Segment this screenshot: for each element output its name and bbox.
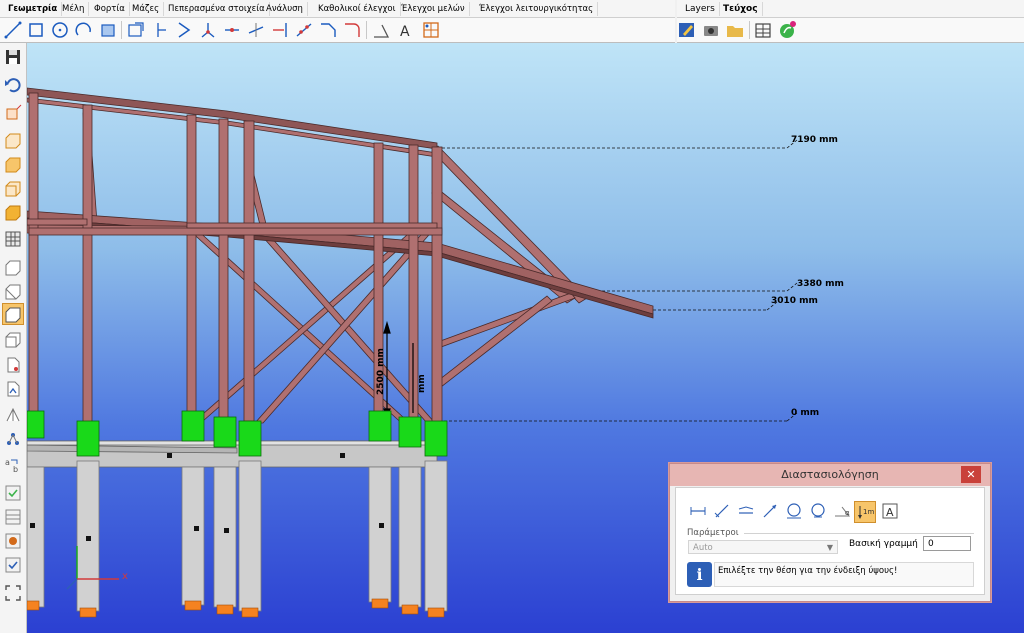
baseline-dimension-icon[interactable] [736,501,756,521]
dimension-lines [439,139,798,422]
mode-select[interactable]: Auto ▼ [688,540,838,554]
dialog-body: α 1m A Παράμετροι Auto ▼ Βασική γραμμή 0 … [675,487,985,595]
params-divider [744,533,974,534]
left-toolbar: ab [0,43,27,633]
fullscreen-icon[interactable] [3,583,23,603]
table-icon[interactable] [3,507,23,527]
dialog-title: Διαστασιολόγηση [670,464,990,486]
tab-report[interactable]: Τεύχος [719,2,763,16]
angle-dimension-icon[interactable]: α [832,501,852,521]
diagonal-dimension-icon[interactable] [760,501,780,521]
info-message: Επιλέξτε την θέση για την ένδειξη ύψους! [714,562,974,587]
angle-tool-icon[interactable] [371,20,391,40]
dim-label-7190: 7190 mm [791,135,838,145]
break-tool-icon[interactable] [222,20,242,40]
check-icon[interactable] [3,483,23,503]
elevation-view-icon[interactable] [2,303,24,325]
undo-icon[interactable] [3,75,23,95]
text-label-icon[interactable]: A [880,501,900,521]
axis-view-icon[interactable] [3,103,23,123]
grid-tool-icon[interactable] [421,20,441,40]
network-view-icon[interactable] [3,429,23,449]
axis-x-label: x [122,571,128,582]
view-3d-icon[interactable] [3,203,23,223]
edit-icon[interactable] [677,20,697,40]
swap-view-icon[interactable]: ab [3,455,23,475]
geometry-toolbar: A [0,18,675,43]
tab-members[interactable]: Μέλη [58,2,90,16]
linear-dimension-icon[interactable] [688,501,708,521]
mode-value: Auto [693,543,713,553]
extend-tool-icon[interactable] [270,20,290,40]
view-top-icon[interactable] [3,155,23,175]
tab-layers[interactable]: Layers [681,2,720,16]
dim-label-0: 0 mm [791,408,820,418]
view-front-icon[interactable] [3,131,23,151]
baseline-input[interactable]: 0 [923,536,971,551]
steel-frame [27,87,654,429]
dim-label-3380: 3380 mm [797,279,844,289]
chevron-down-icon: ▼ [826,543,833,552]
height-dimension-icon[interactable]: 1m [854,501,876,523]
split-view-icon[interactable] [3,405,23,425]
save-icon[interactable] [3,47,23,67]
tab-loads[interactable]: Φορτία [90,2,130,16]
height-tool-label: 1m [863,508,874,516]
tab-finite-elements[interactable]: Πεπερασμένα στοιχεία [164,2,270,16]
camera-icon[interactable] [701,20,721,40]
node-tool-icon[interactable] [150,20,170,40]
radius-dimension-icon[interactable] [784,501,804,521]
text-tool-icon[interactable]: A [395,20,415,40]
svg-text:α: α [845,509,850,517]
arrow-tool-icon[interactable] [174,20,194,40]
ribbon-tabs: Γεωμετρία Μέλη Φορτία Μάζες Πεπερασμένα … [0,0,675,18]
tab-analysis[interactable]: Ανάλυση [262,2,308,16]
view-side-icon[interactable] [3,179,23,199]
tab-masses[interactable]: Μάζες [128,2,165,16]
arc-tool-icon[interactable] [74,20,94,40]
view-box-icon[interactable] [126,20,146,40]
dimensioning-dialog: Διαστασιολόγηση ✕ α 1m A Παράμετροι Auto… [669,463,991,602]
plane-view-icon[interactable] [3,257,23,277]
chamfer-tool-icon[interactable] [318,20,338,40]
render-icon[interactable] [3,531,23,551]
tab-member-checks[interactable]: Έλεγχοι μελών [397,2,470,16]
settings-icon[interactable] [3,555,23,575]
dim-label-3010: 3010 mm [771,296,818,306]
svg-text:b: b [13,465,18,474]
tab-global-checks[interactable]: Καθολικοί έλεγχοι [314,2,401,16]
report-toolbar [677,18,1024,43]
text-tool-label: A [886,506,894,519]
member-split-icon[interactable] [198,20,218,40]
tab-serviceability-checks[interactable]: Έλεγχοι λειτουργικότητας [475,2,599,16]
folder-icon[interactable] [725,20,745,40]
corner-tool-icon[interactable] [342,20,362,40]
circle-tool-icon[interactable] [50,20,70,40]
vertical-dim-2500: 2500 mm [376,348,386,395]
building-icon[interactable] [753,20,773,40]
trim-tool-icon[interactable] [246,20,266,40]
page-view-icon[interactable] [3,355,23,375]
aligned-dimension-icon[interactable] [712,501,732,521]
vertical-dim-mm: mm [417,374,427,393]
section-view-icon[interactable] [3,281,23,301]
svg-text:a: a [5,458,10,467]
polygon-tool-icon[interactable] [98,20,118,40]
grid-view-icon[interactable] [3,229,23,249]
dialog-close-button[interactable]: ✕ [961,466,981,483]
diameter-dimension-icon[interactable] [808,501,828,521]
leaf-icon[interactable] [777,20,797,40]
baseline-label: Βασική γραμμή [849,539,918,549]
line-tool-icon[interactable] [3,20,23,40]
right-ribbon-tabs: Layers Τεύχος [677,0,1024,18]
params-section-label: Παράμετροι [687,528,739,538]
rectangle-tool-icon[interactable] [26,20,46,40]
svg-text:A: A [400,24,410,40]
fillet-tool-icon[interactable] [294,20,314,40]
info-icon: i [687,562,712,587]
tab-geometry[interactable]: Γεωμετρία [4,2,63,16]
rotate-view-icon[interactable] [3,379,23,399]
perspective-view-icon[interactable] [3,329,23,349]
